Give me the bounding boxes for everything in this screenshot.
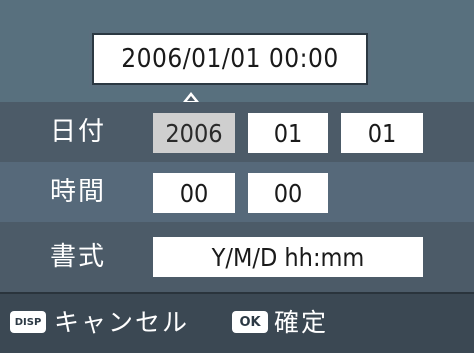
- ok-button-icon: OK: [232, 311, 268, 333]
- date-label: 日付: [50, 117, 107, 147]
- confirm-label[interactable]: 確定: [274, 294, 328, 352]
- format-row: 書式 Y/M/D hh:mm: [0, 222, 474, 292]
- up-arrow-icon-inner: [187, 96, 195, 101]
- cancel-label[interactable]: キャンセル: [54, 294, 189, 352]
- hour-field[interactable]: 00: [153, 173, 235, 213]
- minute-field[interactable]: 00: [248, 173, 328, 213]
- disp-button-icon: DISP: [10, 311, 46, 333]
- month-field[interactable]: 01: [248, 113, 328, 153]
- time-row: 時間 00 00: [0, 162, 474, 222]
- format-label: 書式: [50, 242, 107, 272]
- time-label: 時間: [50, 177, 107, 207]
- date-row: 日付 2006 01 01: [0, 102, 474, 162]
- preview-area: 2006/01/01 00:00: [0, 0, 474, 102]
- date-time-settings-screen: 2006/01/01 00:00 日付 2006 01 01 時間 00 00 …: [0, 0, 474, 353]
- day-field[interactable]: 01: [341, 113, 423, 153]
- datetime-preview: 2006/01/01 00:00: [92, 33, 368, 85]
- footer-bar: DISP キャンセル OK 確定: [0, 292, 474, 353]
- year-field[interactable]: 2006: [153, 113, 235, 153]
- format-field[interactable]: Y/M/D hh:mm: [153, 237, 423, 277]
